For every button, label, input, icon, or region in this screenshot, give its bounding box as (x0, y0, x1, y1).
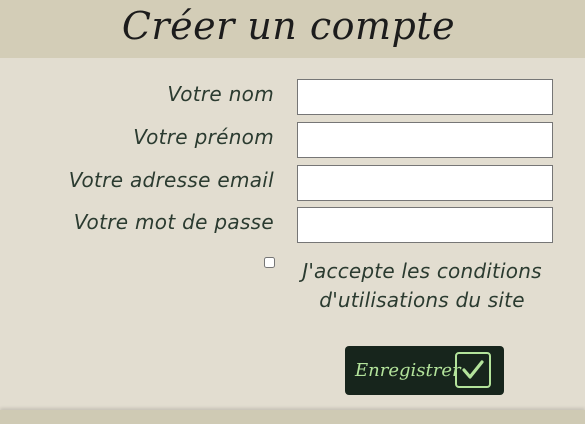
terms-text: J'accepte les conditions d'utilisations … (290, 257, 554, 315)
register-button-label: Enregistrer (355, 360, 461, 381)
last-name-input[interactable] (297, 79, 553, 115)
signup-form: Votre nom Votre prénom Votre adresse ema… (0, 58, 585, 410)
terms-line-2: d'utilisations du site (319, 288, 525, 312)
first-name-input[interactable] (297, 122, 553, 158)
password-input[interactable] (297, 207, 553, 243)
email-input[interactable] (297, 165, 553, 201)
page-title: Créer un compte (121, 4, 456, 48)
terms-checkbox[interactable] (264, 257, 275, 268)
first-name-label: Votre prénom (133, 125, 274, 149)
last-name-label: Votre nom (167, 82, 274, 106)
check-icon (455, 352, 491, 388)
terms-line-1: J'accepte les conditions (302, 259, 542, 283)
footer-bar (0, 410, 585, 424)
email-label: Votre adresse email (68, 168, 274, 192)
password-label: Votre mot de passe (73, 210, 274, 234)
register-button[interactable]: Enregistrer (345, 346, 504, 395)
